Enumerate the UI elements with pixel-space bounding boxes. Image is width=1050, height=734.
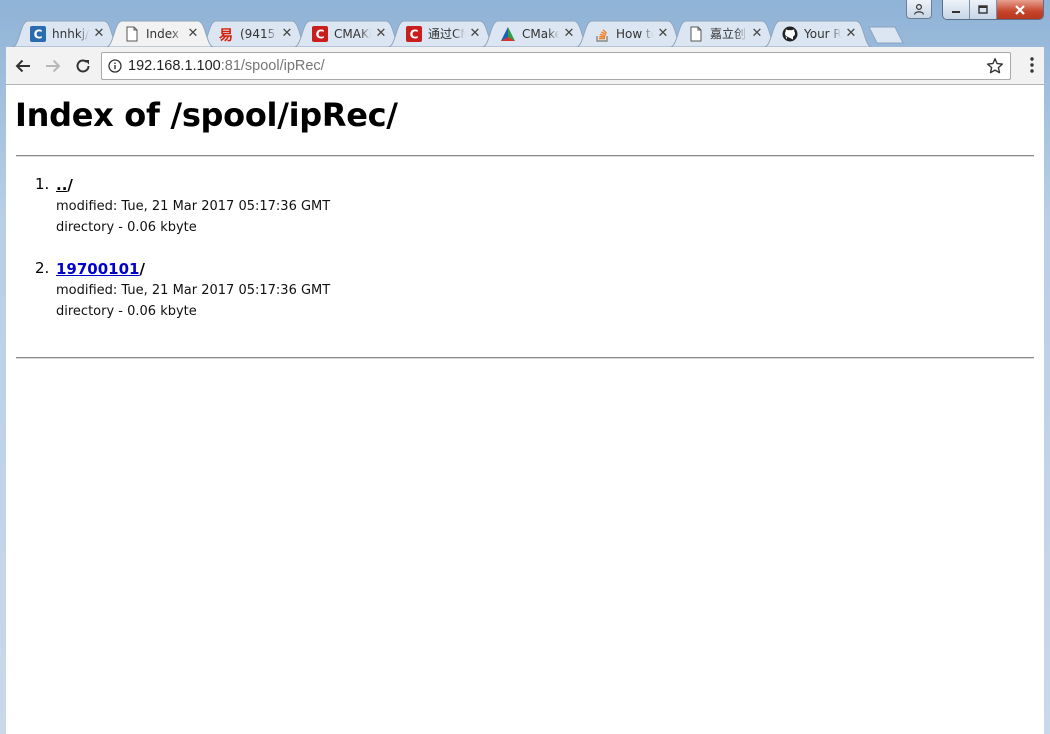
tab-close-icon[interactable]: ✕ xyxy=(186,26,200,41)
tab-close-icon[interactable]: ✕ xyxy=(562,26,576,41)
tab-title: How to xyxy=(616,26,653,41)
directory-link[interactable]: 19700101 xyxy=(56,260,140,278)
url-path: :81/spool/ipRec/ xyxy=(220,58,325,74)
svg-text:C: C xyxy=(34,27,43,41)
tab-title: CMAKE xyxy=(334,26,371,41)
new-tab-button[interactable] xyxy=(868,26,904,44)
svg-text:易: 易 xyxy=(219,28,233,42)
restore-button[interactable] xyxy=(970,0,997,19)
tab-9415[interactable]: 易 (9415 ✕ xyxy=(200,20,308,47)
tab-title: 通过CMake xyxy=(428,27,465,41)
menu-dots-icon[interactable] xyxy=(1030,57,1034,77)
parent-directory-link[interactable]: .. xyxy=(56,176,67,194)
tab-hnhkj[interactable]: C hnhkj/ ✕ xyxy=(12,20,120,47)
cmake-triangle-icon xyxy=(500,26,516,42)
svg-text:C: C xyxy=(316,27,325,41)
tab-close-icon[interactable]: ✕ xyxy=(92,26,106,41)
yi-red-icon: 易 xyxy=(218,26,234,42)
github-icon xyxy=(782,26,798,42)
reload-icon xyxy=(76,58,90,72)
reload-button[interactable] xyxy=(70,53,96,79)
directory-listing: 1. ../ modified: Tue, 21 Mar 2017 05:17:… xyxy=(35,175,330,343)
profile-button[interactable] xyxy=(906,0,932,19)
tab-jialichuang[interactable]: 嘉立创 ✕ xyxy=(670,20,778,47)
svg-text:C: C xyxy=(410,27,419,41)
window-controls xyxy=(906,0,1044,20)
tab-title: 嘉立创 xyxy=(710,27,747,41)
tab-github[interactable]: Your R ✕ xyxy=(764,20,872,47)
csdn-c-red-icon: C xyxy=(406,25,422,42)
tab-how-to[interactable]: How to ✕ xyxy=(576,20,684,47)
bottom-divider xyxy=(16,357,1034,359)
tab-title: Your R xyxy=(804,26,841,41)
tab-cmake-cn[interactable]: C 通过CMake ✕ xyxy=(388,20,496,47)
bookmark-star-icon[interactable] xyxy=(986,57,1004,79)
back-arrow-icon xyxy=(15,59,30,72)
page-content: Index of /spool/ipRec/ 1. ../ modified: … xyxy=(6,85,1044,734)
browser-toolbar: 192.168.1.100:81/spool/ipRec/ xyxy=(6,47,1044,85)
entry-modified: modified: Tue, 21 Mar 2017 05:17:36 GMT xyxy=(56,283,331,298)
forward-button[interactable] xyxy=(40,53,66,79)
tab-close-icon[interactable]: ✕ xyxy=(468,26,482,41)
list-number: 2. xyxy=(35,259,50,277)
tab-close-icon[interactable]: ✕ xyxy=(280,26,294,41)
minimize-button[interactable] xyxy=(943,0,970,19)
stackoverflow-icon xyxy=(594,26,610,42)
tab-title: Index of /spool/ipRec/ xyxy=(146,26,183,41)
forward-arrow-icon xyxy=(46,59,61,72)
list-item: 1. ../ modified: Tue, 21 Mar 2017 05:17:… xyxy=(35,175,330,238)
restore-icon xyxy=(978,5,988,14)
tab-close-icon[interactable]: ✕ xyxy=(750,26,764,41)
tab-close-icon[interactable]: ✕ xyxy=(656,26,670,41)
site-info-icon[interactable] xyxy=(102,59,128,73)
csdn-c-red-icon: C xyxy=(312,25,328,42)
tab-title: (9415 xyxy=(240,26,276,41)
new-tab-icon xyxy=(868,26,904,44)
minimize-icon xyxy=(952,10,960,13)
back-button[interactable] xyxy=(10,53,36,79)
address-bar[interactable]: 192.168.1.100:81/spool/ipRec/ xyxy=(101,52,1011,80)
list-item: 2. 19700101/ modified: Tue, 21 Mar 2017 … xyxy=(35,259,330,322)
entry-info: directory - 0.06 kbyte xyxy=(56,220,197,235)
close-window-button[interactable] xyxy=(997,0,1043,19)
top-divider xyxy=(16,155,1034,157)
person-icon xyxy=(913,3,925,15)
entry-name: 19700101/ xyxy=(56,259,330,280)
entry-modified: modified: Tue, 21 Mar 2017 05:17:36 GMT xyxy=(56,199,331,214)
tab-strip: C hnhkj/ ✕ Index of /spool/ipRec/ ✕ 易 (9… xyxy=(12,20,904,47)
window-titlebar: C hnhkj/ ✕ Index of /spool/ipRec/ ✕ 易 (9… xyxy=(0,0,1050,50)
page-icon xyxy=(688,26,704,42)
entry-slash: / xyxy=(139,260,145,278)
url-text: 192.168.1.100:81/spool/ipRec/ xyxy=(128,58,325,74)
window-button-group xyxy=(942,0,1044,20)
close-icon xyxy=(1015,4,1025,15)
page-icon xyxy=(124,26,140,42)
tab-title: CMake xyxy=(522,26,559,41)
tab-cmake-1[interactable]: C CMAKE ✕ xyxy=(294,20,402,47)
tab-close-icon[interactable]: ✕ xyxy=(374,26,388,41)
tab-index-of-spool[interactable]: Index of /spool/ipRec/ ✕ xyxy=(106,20,214,47)
tab-title: hnhkj/ xyxy=(52,26,89,41)
entry-slash: / xyxy=(67,176,73,194)
entry-name: ../ xyxy=(56,175,330,196)
csdn-c-blue-icon: C xyxy=(30,25,46,42)
list-number: 1. xyxy=(35,175,50,193)
entry-info: directory - 0.06 kbyte xyxy=(56,304,197,319)
tab-cmake-2[interactable]: CMake ✕ xyxy=(482,20,590,47)
tab-close-icon[interactable]: ✕ xyxy=(844,26,858,41)
page-heading: Index of /spool/ipRec/ xyxy=(15,96,398,134)
url-host: 192.168.1.100 xyxy=(128,58,221,74)
